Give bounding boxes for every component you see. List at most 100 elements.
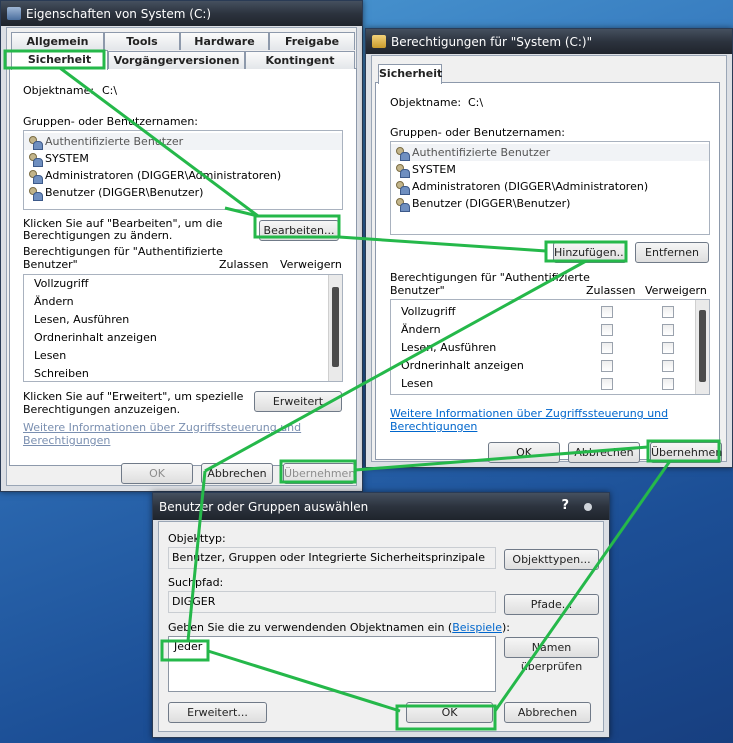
perms-for-line2: Benutzer" bbox=[390, 284, 445, 297]
ok-button[interactable]: OK bbox=[406, 702, 493, 723]
deny-header: Verweigern bbox=[645, 284, 707, 297]
permissions-scrollbar[interactable] bbox=[695, 300, 709, 394]
tab-kontingent[interactable]: Kontingent bbox=[245, 51, 355, 69]
apply-button[interactable]: Übernehmen bbox=[650, 442, 722, 463]
ok-button[interactable]: OK bbox=[488, 442, 560, 463]
allow-checkbox[interactable] bbox=[601, 378, 613, 390]
search-path-field: DIGGER bbox=[168, 591, 496, 613]
user-group-icon bbox=[28, 186, 43, 201]
permissions-body: Sicherheit Objektname: C:\ Gruppen- oder… bbox=[371, 55, 727, 463]
user-list[interactable]: Authentifizierte Benutzer SYSTEM Adminis… bbox=[390, 141, 710, 235]
properties-body: Allgemein Tools Hardware Freigabe Sicher… bbox=[6, 27, 357, 486]
object-type-label: Objekttyp: bbox=[168, 532, 226, 545]
window-icon bbox=[7, 7, 21, 20]
apply-button[interactable]: Übernehmen bbox=[283, 463, 355, 484]
cancel-button[interactable]: Abbrechen bbox=[201, 463, 273, 484]
allow-checkbox[interactable] bbox=[601, 342, 613, 354]
access-control-link[interactable]: Weitere Informationen über Zugriffssteue… bbox=[23, 421, 356, 447]
user-group-icon bbox=[395, 197, 410, 212]
advanced-button[interactable]: Erweitert bbox=[254, 391, 342, 412]
object-name-value: C:\ bbox=[468, 96, 484, 109]
object-names-input[interactable]: Jeder bbox=[168, 636, 496, 692]
window-title: Berechtigungen für "System (C:)" bbox=[391, 34, 593, 49]
window-title: Benutzer oder Gruppen auswählen bbox=[159, 499, 369, 514]
deny-checkbox[interactable] bbox=[662, 378, 674, 390]
allow-header: Zulassen bbox=[219, 258, 269, 271]
list-item[interactable]: Administratoren (DIGGER\Administratoren) bbox=[391, 178, 709, 195]
list-item[interactable]: Benutzer (DIGGER\Benutzer) bbox=[24, 184, 342, 201]
list-item[interactable]: Authentifizierte Benutzer bbox=[24, 133, 342, 150]
deny-header: Verweigern bbox=[280, 258, 342, 271]
list-item: Vollzugriff bbox=[34, 277, 89, 290]
advanced-hint-line1: Klicken Sie auf "Erweitert", um speziell… bbox=[23, 390, 244, 403]
select-users-window: Benutzer oder Gruppen auswählen ? Objekt… bbox=[152, 492, 610, 738]
groups-label: Gruppen- oder Benutzernamen: bbox=[23, 115, 199, 128]
perms-for-line1: Berechtigungen für "Authentifizierte bbox=[390, 271, 590, 284]
edit-hint-line2: Berechtigungen zu ändern. bbox=[23, 229, 173, 242]
edit-button[interactable]: Bearbeiten... bbox=[259, 220, 339, 241]
tab-sicherheit[interactable]: Sicherheit bbox=[11, 50, 108, 70]
properties-titlebar[interactable]: Eigenschaften von System (C:) bbox=[1, 1, 362, 26]
deny-checkbox[interactable] bbox=[662, 324, 674, 336]
deny-checkbox[interactable] bbox=[662, 360, 674, 372]
deny-checkbox[interactable] bbox=[662, 342, 674, 354]
list-item: Ändern bbox=[34, 295, 74, 308]
tab-allgemein[interactable]: Allgemein bbox=[11, 32, 104, 50]
object-name-label: Objektname: bbox=[23, 84, 95, 97]
tab-sicherheit[interactable]: Sicherheit bbox=[378, 64, 442, 84]
allow-checkbox[interactable] bbox=[601, 306, 613, 318]
perm-row: Lesen, Ausführen bbox=[391, 339, 709, 357]
help-icon[interactable]: ? bbox=[561, 498, 569, 513]
paths-button[interactable]: Pfade... bbox=[504, 594, 599, 615]
perm-row: Ordnerinhalt anzeigen bbox=[391, 357, 709, 375]
list-item[interactable]: SYSTEM bbox=[24, 150, 342, 167]
list-item[interactable]: Benutzer (DIGGER\Benutzer) bbox=[391, 195, 709, 212]
tab-hardware[interactable]: Hardware bbox=[180, 32, 269, 50]
select-users-titlebar[interactable]: Benutzer oder Gruppen auswählen ? bbox=[153, 493, 609, 520]
list-item[interactable]: Authentifizierte Benutzer bbox=[391, 144, 709, 161]
permissions-list: Vollzugriff Ändern Lesen, Ausführen Ordn… bbox=[23, 274, 343, 382]
list-item: Lesen bbox=[34, 349, 67, 362]
add-button[interactable]: Hinzufügen... bbox=[553, 242, 627, 263]
properties-window: Eigenschaften von System (C:) Allgemein … bbox=[0, 0, 363, 492]
tab-vorgaengerversionen[interactable]: Vorgängerversionen bbox=[108, 51, 245, 69]
tab-tools[interactable]: Tools bbox=[104, 32, 180, 50]
select-users-body: Objekttyp: Benutzer, Gruppen oder Integr… bbox=[158, 521, 604, 732]
list-item: Lesen, Ausführen bbox=[34, 313, 130, 326]
perms-for-line1: Berechtigungen für "Authentifizierte bbox=[23, 245, 223, 258]
user-list[interactable]: Authentifizierte Benutzer SYSTEM Adminis… bbox=[23, 130, 343, 210]
object-name-label: Objektname: bbox=[390, 96, 462, 109]
allow-checkbox[interactable] bbox=[601, 360, 613, 372]
allow-header: Zulassen bbox=[586, 284, 636, 297]
object-name-value: C:\ bbox=[102, 84, 118, 97]
remove-button[interactable]: Entfernen bbox=[635, 242, 709, 263]
perm-row: Vollzugriff bbox=[391, 303, 709, 321]
tab-freigabe[interactable]: Freigabe bbox=[269, 32, 355, 50]
search-path-label: Suchpfad: bbox=[168, 576, 224, 589]
ok-button[interactable]: OK bbox=[121, 463, 193, 484]
object-names-label: Geben Sie die zu verwendenden Objektname… bbox=[168, 621, 510, 634]
examples-link[interactable]: Beispiele bbox=[452, 621, 502, 634]
object-types-button[interactable]: Objekttypen... bbox=[504, 549, 599, 570]
list-item: Schreiben bbox=[34, 367, 89, 380]
user-group-icon bbox=[28, 152, 43, 167]
permissions-scrollbar[interactable] bbox=[328, 275, 342, 381]
window-title: Eigenschaften von System (C:) bbox=[26, 6, 212, 21]
folder-icon bbox=[372, 35, 386, 48]
permissions-titlebar[interactable]: Berechtigungen für "System (C:)" bbox=[366, 29, 732, 54]
cancel-button[interactable]: Abbrechen bbox=[504, 702, 591, 723]
perm-row: Ändern bbox=[391, 321, 709, 339]
cancel-button[interactable]: Abbrechen bbox=[568, 442, 640, 463]
list-item[interactable]: SYSTEM bbox=[391, 161, 709, 178]
allow-checkbox[interactable] bbox=[601, 324, 613, 336]
permissions-window: Berechtigungen für "System (C:)" Sicherh… bbox=[365, 28, 733, 468]
user-group-icon bbox=[395, 180, 410, 195]
list-item[interactable]: Administratoren (DIGGER\Administratoren) bbox=[24, 167, 342, 184]
close-icon[interactable] bbox=[584, 503, 592, 511]
list-item: Ordnerinhalt anzeigen bbox=[34, 331, 157, 344]
object-names-value: Jeder bbox=[174, 640, 203, 653]
check-names-button[interactable]: Namen überprüfen bbox=[504, 637, 599, 673]
access-control-link[interactable]: Weitere Informationen über Zugriffssteue… bbox=[390, 407, 726, 433]
deny-checkbox[interactable] bbox=[662, 306, 674, 318]
advanced-button[interactable]: Erweitert... bbox=[168, 702, 267, 723]
